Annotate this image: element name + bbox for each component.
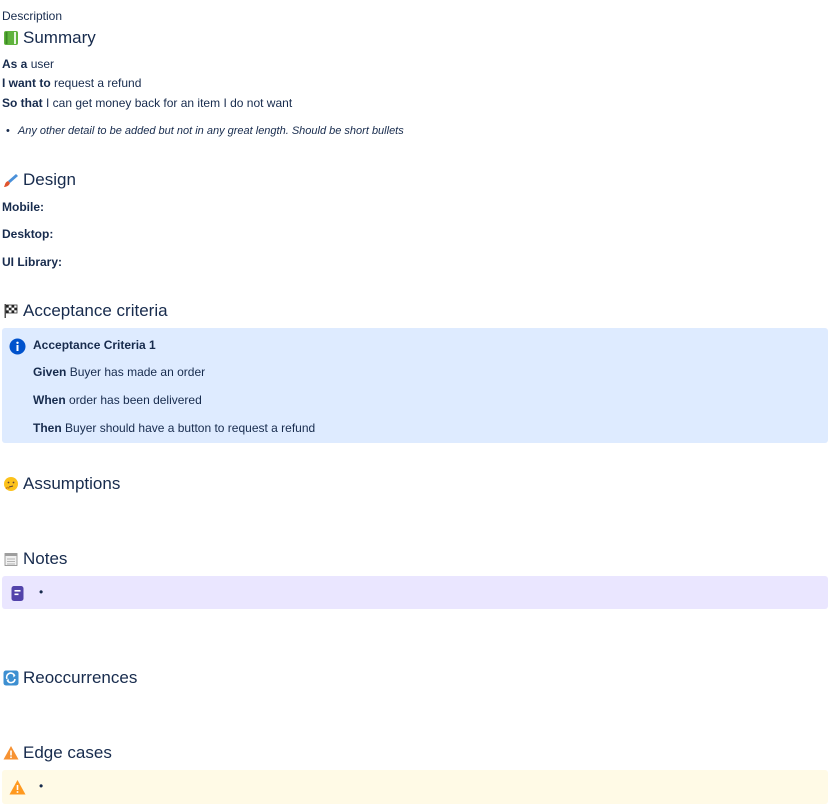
i-want-line: I want to request a refund — [2, 76, 142, 90]
so-that-line: So that I can get money back for an item… — [2, 96, 293, 110]
list-item: • Any other detail to be added but not in… — [6, 125, 404, 137]
when-line: When order has been delivered — [33, 393, 202, 407]
green-book-icon — [2, 30, 19, 47]
spiral-notepad-icon — [2, 551, 19, 568]
design-heading: Design — [2, 170, 76, 190]
repeat-arrows-icon — [2, 670, 19, 687]
summary-heading: Summary — [2, 28, 96, 48]
checkered-flag-icon — [2, 303, 19, 320]
field-label: Description — [2, 9, 63, 23]
note-icon — [9, 585, 26, 602]
edge-cases-heading: Edge cases — [2, 743, 112, 763]
panel-title: Acceptance Criteria 1 — [33, 338, 156, 352]
desktop-label: Desktop: — [2, 227, 54, 241]
assumptions-heading: Assumptions — [2, 474, 120, 494]
note-panel: • — [2, 576, 828, 609]
list-item: • — [39, 779, 44, 793]
warning-icon — [2, 745, 19, 762]
ui-library-label: UI Library: — [2, 255, 63, 269]
paintbrush-icon — [2, 172, 19, 189]
reoccurrences-heading: Reoccurrences — [2, 668, 137, 688]
mobile-label: Mobile: — [2, 200, 44, 214]
thinking-face-icon — [2, 476, 19, 493]
as-a-line: As a user — [2, 57, 55, 71]
warning-icon — [9, 779, 26, 796]
info-panel: Acceptance Criteria 1 Given Buyer has ma… — [2, 328, 828, 443]
info-icon — [9, 338, 26, 355]
warning-panel: • — [2, 770, 828, 804]
notes-heading: Notes — [2, 549, 67, 569]
then-line: Then Buyer should have a button to reque… — [33, 421, 316, 435]
acceptance-heading: Acceptance criteria — [2, 301, 168, 321]
given-line: Given Buyer has made an order — [33, 365, 206, 379]
list-item: • — [39, 585, 44, 599]
